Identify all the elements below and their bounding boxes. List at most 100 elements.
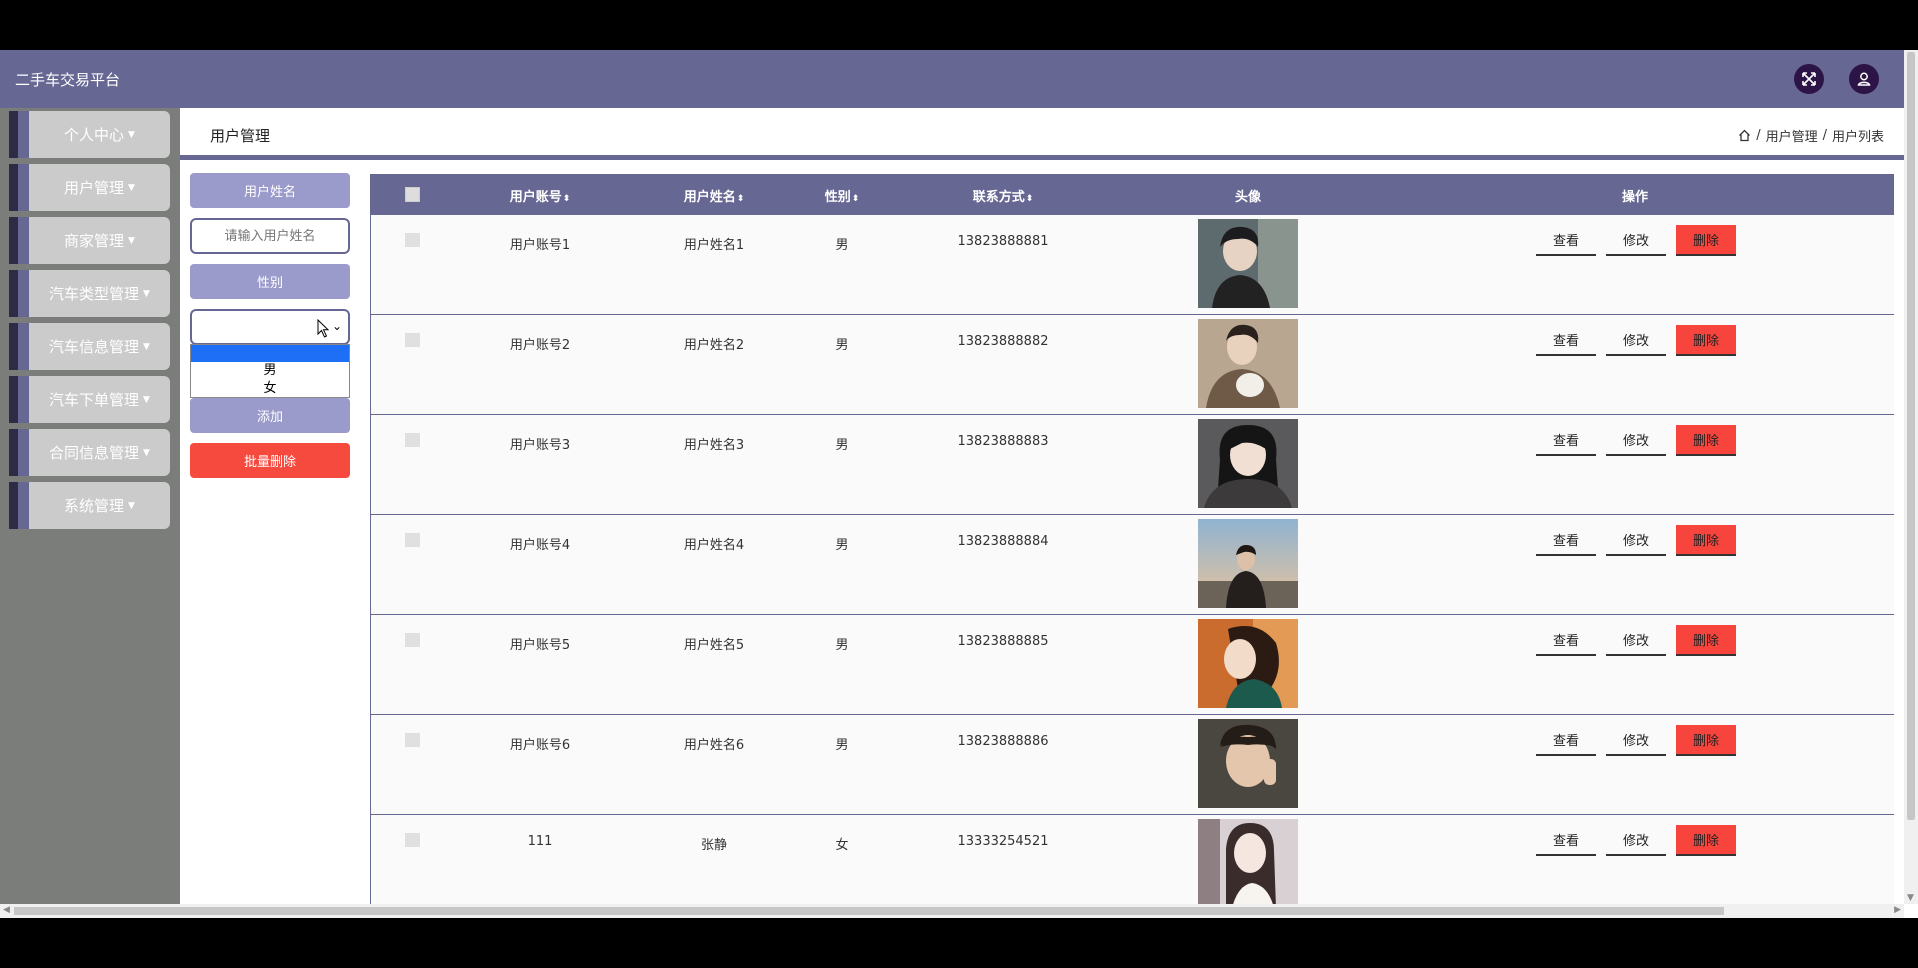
gender-option-male[interactable]: 男 [191, 362, 349, 380]
avatar[interactable] [1198, 419, 1298, 508]
sidebar: 个人中心 ▼ 用户管理 ▼ 商家管理 ▼ 汽车类型管理 ▼ 汽车信息管理 ▼ 汽车下单管理… [0, 108, 180, 904]
name-filter-label: 用户姓名 [190, 173, 350, 208]
mouse-cursor-icon [317, 319, 330, 338]
cell-phone: 13333254521 [957, 834, 1049, 849]
cell-account: 111 [527, 834, 553, 849]
edit-button[interactable]: 修改 [1606, 625, 1666, 656]
row-checkbox[interactable] [405, 433, 420, 447]
cell-gender: 男 [835, 338, 849, 353]
avatar[interactable] [1198, 519, 1298, 608]
gender-option-female[interactable]: 女 [191, 380, 349, 398]
avatar[interactable] [1198, 719, 1298, 808]
row-checkbox[interactable] [405, 833, 420, 847]
avatar[interactable] [1198, 819, 1298, 904]
scroll-down-arrow-icon[interactable]: ▼ [1907, 894, 1914, 903]
column-header-actions: 操作 [1621, 190, 1649, 205]
page-title: 用户管理 [210, 127, 271, 145]
breadcrumb-separator: / [1756, 128, 1761, 143]
scroll-right-arrow-icon[interactable]: ▶ [1894, 906, 1901, 915]
cell-account: 用户账号2 [509, 338, 571, 353]
add-button[interactable]: 添加 [190, 398, 350, 433]
avatar[interactable] [1198, 619, 1298, 708]
gender-dropdown-list: 男 女 [190, 344, 350, 398]
horizontal-scrollbar-thumb[interactable] [14, 907, 1724, 915]
sidebar-item-car-type-management[interactable]: 汽车类型管理 ▼ [9, 270, 170, 317]
view-button[interactable]: 查看 [1536, 225, 1596, 256]
view-button[interactable]: 查看 [1536, 425, 1596, 456]
view-button[interactable]: 查看 [1536, 625, 1596, 656]
avatar[interactable] [1198, 319, 1298, 408]
row-checkbox[interactable] [405, 333, 420, 347]
app-window: 二手车交易平台 个人中心 ▼ 用户管理 ▼ 商家管理 ▼ 汽车类型管理 ▼ 汽车… [0, 50, 1918, 918]
row-checkbox[interactable] [405, 633, 420, 647]
cell-name: 用户姓名3 [683, 438, 745, 453]
sidebar-item-system-management[interactable]: 系统管理 ▼ [9, 482, 170, 529]
delete-button[interactable]: 删除 [1676, 225, 1736, 256]
sidebar-item-personal-center[interactable]: 个人中心 ▼ [9, 111, 170, 158]
column-header-gender[interactable]: 性别⬍ [825, 186, 860, 205]
scroll-left-arrow-icon[interactable]: ◀ [3, 906, 10, 915]
view-button[interactable]: 查看 [1536, 525, 1596, 556]
cell-name: 用户姓名2 [683, 338, 745, 353]
horizontal-scrollbar[interactable]: ◀ ▶ [0, 904, 1904, 918]
row-checkbox[interactable] [405, 233, 420, 247]
edit-button[interactable]: 修改 [1606, 825, 1666, 856]
sidebar-item-label: 个人中心 [64, 126, 125, 144]
cell-phone: 13823888884 [957, 534, 1049, 549]
user-menu-button[interactable] [1849, 64, 1879, 94]
select-all-checkbox[interactable] [405, 187, 420, 202]
sort-icon: ⬍ [851, 194, 860, 204]
delete-button[interactable]: 删除 [1676, 425, 1736, 456]
vertical-scrollbar[interactable]: ▼ [1904, 50, 1918, 904]
edit-button[interactable]: 修改 [1606, 425, 1666, 456]
app-title: 二手车交易平台 [15, 71, 121, 89]
sidebar-item-user-management[interactable]: 用户管理 ▼ [9, 164, 170, 211]
user-table: 用户账号⬍ 用户姓名⬍ 性别⬍ 联系方式⬍ 头像 操作 用户账号1 用户姓名1 … [370, 174, 1894, 904]
edit-button[interactable]: 修改 [1606, 225, 1666, 256]
view-button[interactable]: 查看 [1536, 325, 1596, 356]
sidebar-item-label: 汽车类型管理 [49, 285, 140, 303]
gender-select[interactable]: ⌄ [190, 309, 350, 345]
fullscreen-button[interactable] [1794, 64, 1824, 94]
delete-button[interactable]: 删除 [1676, 825, 1736, 856]
batch-delete-button[interactable]: 批量删除 [190, 443, 350, 478]
cell-name: 用户姓名5 [683, 638, 745, 653]
sidebar-item-label: 系统管理 [64, 497, 125, 515]
sidebar-item-car-info-management[interactable]: 汽车信息管理 ▼ [9, 323, 170, 370]
cell-account: 用户账号1 [509, 238, 571, 253]
delete-button[interactable]: 删除 [1676, 725, 1736, 756]
edit-button[interactable]: 修改 [1606, 325, 1666, 356]
view-button[interactable]: 查看 [1536, 825, 1596, 856]
view-button[interactable]: 查看 [1536, 725, 1596, 756]
home-icon[interactable] [1738, 129, 1751, 142]
edit-button[interactable]: 修改 [1606, 525, 1666, 556]
breadcrumb-user-management[interactable]: 用户管理 [1766, 126, 1818, 145]
cell-account: 用户账号5 [509, 638, 571, 653]
cell-phone: 13823888881 [957, 234, 1049, 249]
sort-icon: ⬍ [562, 194, 571, 204]
table-row: 用户账号6 用户姓名6 男 13823888886 查看 修改 删除 [371, 715, 1894, 815]
edit-button[interactable]: 修改 [1606, 725, 1666, 756]
delete-button[interactable]: 删除 [1676, 325, 1736, 356]
column-header-name[interactable]: 用户姓名⬍ [684, 186, 745, 205]
cell-account: 用户账号3 [509, 438, 571, 453]
row-checkbox[interactable] [405, 733, 420, 747]
breadcrumb-user-list: 用户列表 [1831, 130, 1884, 145]
delete-button[interactable]: 删除 [1676, 625, 1736, 656]
vertical-scrollbar-thumb[interactable] [1907, 52, 1915, 820]
chevron-down-icon: ▼ [128, 235, 135, 246]
row-checkbox[interactable] [405, 533, 420, 547]
chevron-down-icon: ▼ [143, 447, 150, 458]
gender-option-empty[interactable] [191, 345, 349, 362]
cell-name: 用户姓名6 [683, 738, 745, 753]
sidebar-item-contract-management[interactable]: 合同信息管理 ▼ [9, 429, 170, 476]
sidebar-item-merchant-management[interactable]: 商家管理 ▼ [9, 217, 170, 264]
avatar[interactable] [1198, 219, 1298, 308]
column-header-phone[interactable]: 联系方式⬍ [973, 186, 1034, 205]
cell-phone: 13823888885 [957, 634, 1049, 649]
column-header-account[interactable]: 用户账号⬍ [510, 186, 571, 205]
delete-button[interactable]: 删除 [1676, 525, 1736, 556]
sidebar-item-car-order-management[interactable]: 汽车下单管理 ▼ [9, 376, 170, 423]
name-search-input[interactable] [190, 218, 350, 254]
page-header: 用户管理 / 用户管理 / 用户列表 [180, 108, 1904, 160]
